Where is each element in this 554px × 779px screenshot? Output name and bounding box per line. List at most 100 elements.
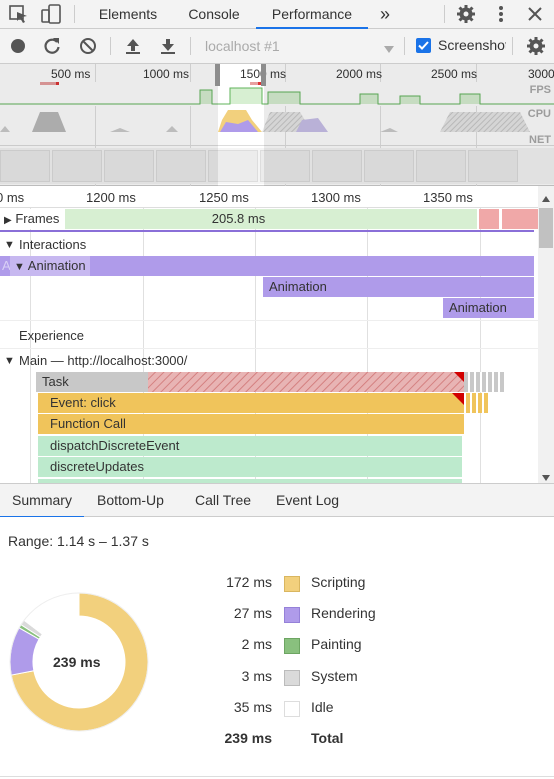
close-icon[interactable] bbox=[526, 5, 544, 23]
legend-swatch bbox=[284, 638, 300, 654]
event-click-bar[interactable]: Event: click bbox=[38, 393, 464, 413]
frame-bar[interactable]: 205.8 ms bbox=[0, 209, 477, 229]
tab-performance-label: Performance bbox=[271, 6, 353, 22]
time-ruler-label: 1250 ms bbox=[199, 190, 249, 205]
frame-duration: 205.8 ms bbox=[211, 211, 266, 226]
frames-label: Frames bbox=[15, 211, 60, 226]
time-ruler-label: 1200 ms bbox=[86, 190, 136, 205]
tab-elements[interactable]: Elements bbox=[88, 0, 168, 28]
animation-bar-label: Animation bbox=[269, 279, 327, 294]
legend-row-painting: 2 ms Painting bbox=[200, 636, 540, 656]
selection-right-handle[interactable] bbox=[261, 64, 266, 86]
discrete-updates-label: discreteUpdates bbox=[50, 459, 144, 474]
time-ruler-label: 1300 ms bbox=[311, 190, 361, 205]
legend-label: Painting bbox=[311, 636, 362, 652]
time-ruler-label: 1350 ms bbox=[423, 190, 473, 205]
scrollbar-thumb[interactable] bbox=[539, 208, 553, 248]
chevron-down-icon bbox=[384, 42, 394, 57]
download-icon[interactable] bbox=[156, 34, 180, 58]
target-select-value: localhost #1 bbox=[205, 38, 280, 54]
summary-panel: Range: 1.14 s – 1.37 s 239 ms 172 ms Scr… bbox=[0, 517, 554, 779]
time-ruler-label: 0 ms bbox=[0, 190, 25, 205]
dropped-frame-bar[interactable] bbox=[479, 209, 499, 229]
legend-label: Idle bbox=[311, 699, 334, 715]
reload-icon[interactable] bbox=[40, 34, 64, 58]
inspect-element-icon[interactable] bbox=[8, 4, 30, 24]
capture-settings-gear-icon[interactable] bbox=[526, 36, 546, 56]
collapse-arrow-icon[interactable]: ▼ bbox=[4, 234, 15, 256]
animation-bar[interactable]: Animation bbox=[263, 277, 534, 297]
task-bar-long[interactable] bbox=[36, 372, 464, 392]
legend-value: 27 ms bbox=[233, 605, 272, 621]
legend-swatch bbox=[284, 607, 300, 623]
discrete-updates-bar[interactable]: discreteUpdates bbox=[38, 457, 462, 477]
interactions-header[interactable]: ▼ Interactions bbox=[0, 234, 538, 256]
legend-swatch bbox=[284, 576, 300, 592]
event-click-label: Event: click bbox=[50, 395, 116, 410]
legend-value: 35 ms bbox=[233, 699, 272, 715]
legend-label: Rendering bbox=[311, 605, 376, 621]
summary-legend: 172 ms Scripting 27 ms Rendering 2 ms Pa… bbox=[0, 517, 554, 779]
upload-icon[interactable] bbox=[121, 34, 145, 58]
flame-chart[interactable]: 0 ms 1200 ms 1250 ms 1300 ms 1350 ms 205… bbox=[0, 186, 538, 483]
task-label: Task bbox=[42, 374, 69, 389]
frames-track[interactable]: 205.8 ms ▶ Frames bbox=[0, 208, 538, 232]
animation-label: Animation bbox=[27, 258, 86, 273]
more-tabs-button[interactable]: » bbox=[374, 0, 396, 28]
tab-console[interactable]: Console bbox=[180, 0, 248, 28]
tab-call-tree[interactable]: Call Tree bbox=[195, 484, 251, 517]
legend-label: System bbox=[311, 668, 358, 684]
selection-left-handle[interactable] bbox=[215, 64, 220, 86]
checkbox-checked-icon[interactable] bbox=[416, 38, 431, 53]
device-toolbar-icon[interactable] bbox=[40, 4, 62, 24]
tab-bottom-up[interactable]: Bottom-Up bbox=[97, 484, 164, 517]
legend-value: 3 ms bbox=[241, 668, 272, 684]
collapse-arrow-icon[interactable]: ▼ bbox=[4, 350, 15, 372]
settings-gear-icon[interactable] bbox=[456, 4, 476, 24]
tab-event-log[interactable]: Event Log bbox=[276, 484, 339, 517]
experience-track[interactable]: Experience bbox=[0, 324, 538, 348]
expand-arrow-icon[interactable]: ▶ bbox=[4, 215, 12, 226]
screenshots-checkbox[interactable]: Screenshots bbox=[414, 36, 506, 56]
legend-swatch bbox=[284, 670, 300, 686]
main-thread-label: Main — http://localhost:3000/ bbox=[19, 353, 188, 368]
dispatch-discrete-event-bar[interactable]: dispatchDiscreteEvent bbox=[38, 436, 462, 456]
timeline-overview[interactable]: 500 ms 1000 ms 1500 ms 2000 ms 2500 ms 3… bbox=[0, 64, 554, 186]
tab-summary[interactable]: Summary bbox=[0, 484, 84, 518]
time-ruler: 0 ms 1200 ms 1250 ms 1300 ms 1350 ms bbox=[0, 186, 538, 208]
overview-dim-left bbox=[0, 64, 218, 186]
legend-swatch bbox=[284, 701, 300, 717]
animation-bar-label: Animation bbox=[449, 300, 507, 315]
function-call-bar[interactable]: Function Call bbox=[38, 414, 464, 434]
experience-label: Experience bbox=[19, 328, 85, 343]
target-select[interactable]: localhost #1 bbox=[200, 34, 396, 58]
legend-row-rendering: 27 ms Rendering bbox=[200, 605, 540, 625]
tab-performance[interactable]: Performance bbox=[256, 0, 368, 29]
legend-label: Scripting bbox=[311, 574, 366, 590]
legend-total-value: 239 ms bbox=[224, 730, 272, 746]
dropped-frame-bar[interactable] bbox=[502, 209, 538, 229]
interactions-label: Interactions bbox=[19, 237, 87, 252]
scroll-up-arrow-icon[interactable] bbox=[542, 190, 550, 205]
frames-header[interactable]: ▶ Frames bbox=[0, 209, 66, 229]
animation-header[interactable]: ▼ Animation bbox=[10, 256, 90, 276]
kebab-menu-icon[interactable] bbox=[496, 4, 506, 24]
long-task-marker bbox=[452, 393, 464, 405]
tab-summary-label: Summary bbox=[12, 492, 72, 508]
performance-toolbar: localhost #1 Screenshots bbox=[0, 29, 554, 64]
main-thread-header[interactable]: ▼ Main — http://localhost:3000/ bbox=[0, 350, 538, 372]
function-call-label: Function Call bbox=[50, 416, 126, 431]
legend-row-total: 239 ms Total bbox=[200, 730, 540, 750]
screenshots-label: Screenshots bbox=[438, 37, 506, 53]
legend-row-idle: 35 ms Idle bbox=[200, 699, 540, 719]
legend-value: 2 ms bbox=[241, 636, 272, 652]
legend-row-scripting: 172 ms Scripting bbox=[200, 574, 540, 594]
scroll-down-arrow-icon[interactable] bbox=[542, 469, 550, 484]
animation-bar[interactable]: Animation bbox=[443, 298, 534, 318]
overview-dim-right bbox=[264, 64, 554, 186]
timeline-scrollbar[interactable] bbox=[538, 186, 554, 483]
record-icon[interactable] bbox=[6, 34, 30, 58]
clear-icon[interactable] bbox=[76, 34, 100, 58]
collapse-arrow-icon[interactable]: ▼ bbox=[14, 261, 25, 273]
legend-total-label: Total bbox=[311, 730, 344, 746]
